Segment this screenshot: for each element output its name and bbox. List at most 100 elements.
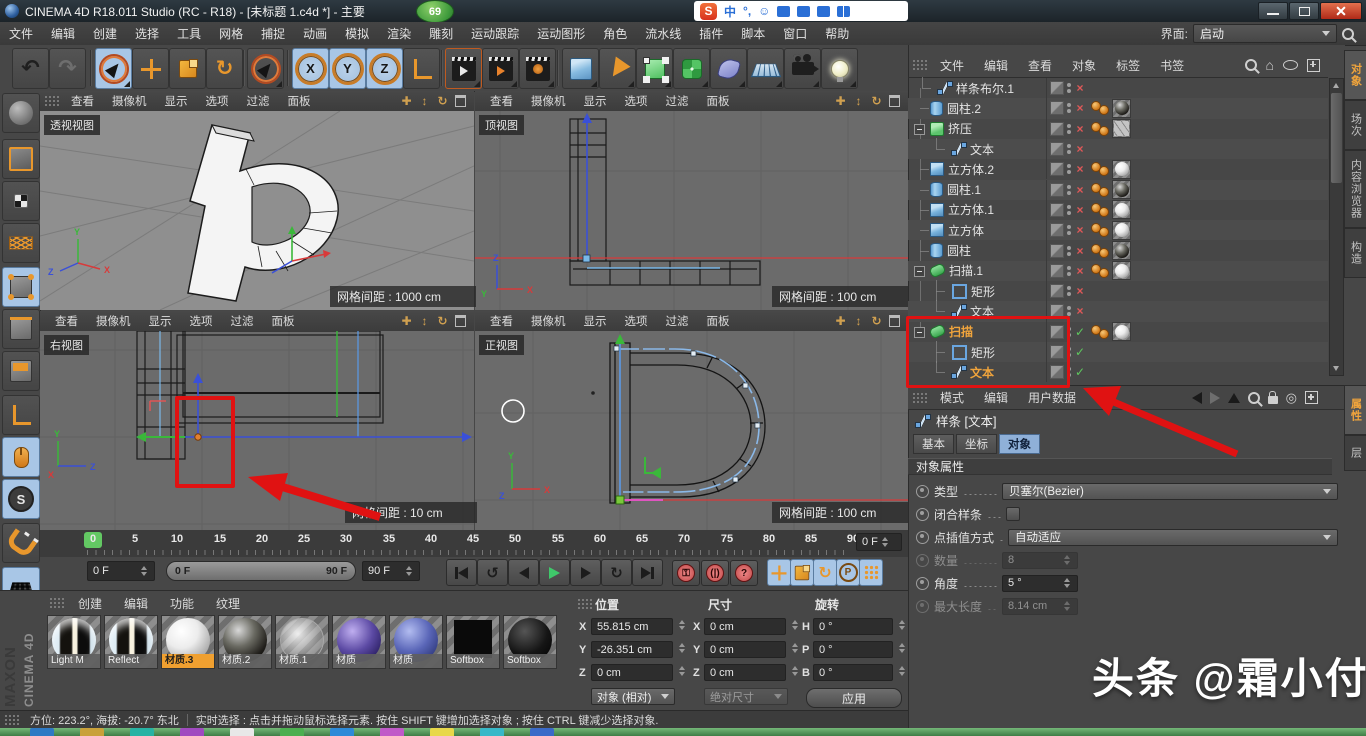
material-tag[interactable] bbox=[1112, 241, 1131, 260]
menu-select[interactable]: 选择 bbox=[126, 25, 168, 42]
layer-box-icon[interactable] bbox=[1050, 203, 1064, 217]
tree-item[interactable]: 圆柱.2 × bbox=[908, 98, 1328, 118]
pan-view-icon[interactable]: ✚ bbox=[399, 314, 414, 329]
search-icon[interactable] bbox=[1342, 28, 1354, 40]
menu-motion-tracker[interactable]: 运动跟踪 bbox=[462, 25, 528, 42]
key-rotation-toggle[interactable]: ↻ bbox=[813, 559, 837, 586]
render-view-button[interactable] bbox=[445, 48, 482, 89]
menu-mograph[interactable]: 运动图形 bbox=[528, 25, 594, 42]
play-backwards-button[interactable]: ↺ bbox=[477, 559, 508, 586]
add-primitive-button[interactable] bbox=[562, 48, 599, 89]
vp-menu-filter[interactable]: 过滤 bbox=[238, 93, 279, 109]
add-camera-button[interactable] bbox=[784, 48, 821, 89]
vp-menu-panel[interactable]: 面板 bbox=[263, 313, 304, 329]
goto-start-button[interactable] bbox=[446, 559, 477, 586]
history-forward-icon[interactable] bbox=[1210, 392, 1220, 404]
model-mode-button[interactable] bbox=[2, 139, 40, 179]
tab-basic[interactable]: 基本 bbox=[913, 434, 954, 454]
pan-view-icon[interactable]: ✚ bbox=[399, 94, 414, 109]
layer-box-icon[interactable] bbox=[1050, 162, 1064, 176]
rot-h-field[interactable]: 0 ° bbox=[813, 618, 893, 635]
menu-animate[interactable]: 动画 bbox=[294, 25, 336, 42]
add-generator-button[interactable] bbox=[636, 48, 673, 89]
scrollbar-thumb[interactable] bbox=[1331, 93, 1342, 183]
vp-menu-display[interactable]: 显示 bbox=[140, 313, 181, 329]
scroll-down-icon[interactable] bbox=[1333, 366, 1339, 371]
phong-tag-icon[interactable] bbox=[1091, 101, 1109, 115]
rotate-view-icon[interactable]: ↻ bbox=[869, 94, 884, 109]
layer-box-icon[interactable] bbox=[1050, 284, 1064, 298]
menu-file[interactable]: 文件 bbox=[0, 25, 42, 42]
tree-item[interactable]: 圆柱 × bbox=[908, 240, 1328, 260]
add-deformer-button[interactable] bbox=[710, 48, 747, 89]
minimize-button[interactable] bbox=[1258, 2, 1288, 20]
keyboard-icon[interactable] bbox=[797, 6, 810, 17]
lock-z-axis-button[interactable]: Z bbox=[366, 48, 403, 89]
layer-box-icon[interactable] bbox=[1050, 223, 1064, 237]
enable-axis-button[interactable] bbox=[2, 395, 40, 435]
points-mode-button[interactable] bbox=[2, 267, 40, 307]
key-radio-icon[interactable] bbox=[916, 508, 929, 521]
zoom-view-icon[interactable]: ↕ bbox=[851, 314, 866, 329]
maximize-view-icon[interactable] bbox=[453, 94, 468, 109]
mm-menu-texture[interactable]: 纹理 bbox=[205, 595, 251, 612]
phong-tag-icon[interactable] bbox=[1091, 325, 1109, 339]
menu-character[interactable]: 角色 bbox=[594, 25, 636, 42]
drag-handle-icon[interactable] bbox=[577, 598, 593, 610]
phong-tag-icon[interactable] bbox=[1091, 223, 1109, 237]
autokey-button[interactable]: (|) bbox=[701, 560, 729, 586]
vp-menu-camera[interactable]: 摄像机 bbox=[522, 93, 575, 109]
angle-field[interactable]: 5 ° bbox=[1002, 575, 1078, 592]
layer-box-icon[interactable] bbox=[1050, 183, 1064, 197]
workplane-mode-button[interactable] bbox=[2, 223, 40, 263]
frame-range-slider[interactable]: 0 F90 F bbox=[166, 561, 356, 581]
zoom-view-icon[interactable]: ↕ bbox=[417, 314, 432, 329]
close-spline-checkbox[interactable] bbox=[1006, 507, 1020, 521]
vp-menu-camera[interactable]: 摄像机 bbox=[522, 313, 575, 329]
collapse-icon[interactable] bbox=[914, 124, 925, 135]
apply-button[interactable]: 应用 bbox=[806, 688, 902, 708]
redo-button[interactable]: ↷ bbox=[49, 48, 86, 89]
vp-menu-display[interactable]: 显示 bbox=[156, 93, 197, 109]
close-button[interactable] bbox=[1320, 2, 1362, 20]
material-thumb[interactable]: Softbox bbox=[446, 615, 500, 669]
mic-icon[interactable] bbox=[777, 6, 790, 17]
key-parameter-toggle[interactable]: P bbox=[836, 559, 860, 586]
restore-button[interactable] bbox=[1289, 2, 1319, 20]
add-mograph-button[interactable] bbox=[673, 48, 710, 89]
vp-menu-view[interactable]: 查看 bbox=[46, 313, 87, 329]
render-picture-viewer-button[interactable] bbox=[482, 48, 519, 89]
material-thumb[interactable]: Softbox bbox=[503, 615, 557, 669]
size-z-field[interactable]: 0 cm bbox=[704, 664, 786, 681]
sogou-input-toolbar[interactable]: S 中 °, ☺ bbox=[694, 1, 908, 21]
menu-tools[interactable]: 工具 bbox=[168, 25, 210, 42]
mm-menu-edit[interactable]: 编辑 bbox=[113, 595, 159, 612]
collapse-icon[interactable] bbox=[914, 327, 925, 338]
mm-menu-create[interactable]: 创建 bbox=[67, 595, 113, 612]
rotate-view-icon[interactable]: ↻ bbox=[869, 314, 884, 329]
size-x-field[interactable]: 0 cm bbox=[704, 618, 786, 635]
tree-item[interactable]: 文本 × bbox=[908, 139, 1328, 159]
menu-mesh[interactable]: 网格 bbox=[210, 25, 252, 42]
windows-taskbar[interactable] bbox=[0, 728, 1366, 736]
tweak-mode-button[interactable] bbox=[2, 437, 40, 477]
maximize-view-icon[interactable] bbox=[453, 314, 468, 329]
sculpt-mode-button[interactable] bbox=[2, 93, 40, 133]
goto-end-button[interactable] bbox=[632, 559, 663, 586]
viewport-right-canvas[interactable]: Y Z X bbox=[40, 331, 474, 530]
type-dropdown[interactable]: 贝塞尔(Bezier) bbox=[1002, 483, 1338, 500]
material-tag[interactable] bbox=[1112, 200, 1131, 219]
om-menu-view[interactable]: 查看 bbox=[1018, 57, 1062, 74]
rot-b-field[interactable]: 0 ° bbox=[813, 664, 893, 681]
tree-item[interactable]: 矩形 ✓ bbox=[908, 342, 1328, 362]
vp-menu-panel[interactable]: 面板 bbox=[698, 93, 739, 109]
lang-chinese-icon[interactable]: 中 bbox=[724, 3, 736, 20]
size-y-field[interactable]: 0 cm bbox=[704, 641, 786, 658]
viewport-perspective-canvas[interactable]: Y X Z bbox=[40, 111, 474, 310]
play-button[interactable] bbox=[539, 559, 570, 586]
menu-window[interactable]: 窗口 bbox=[774, 25, 816, 42]
tab-object[interactable]: 对象 bbox=[999, 434, 1040, 454]
key-scale-toggle[interactable] bbox=[790, 559, 814, 586]
interpolation-dropdown[interactable]: 自动适应 bbox=[1008, 529, 1338, 546]
scroll-up-icon[interactable] bbox=[1333, 83, 1339, 88]
